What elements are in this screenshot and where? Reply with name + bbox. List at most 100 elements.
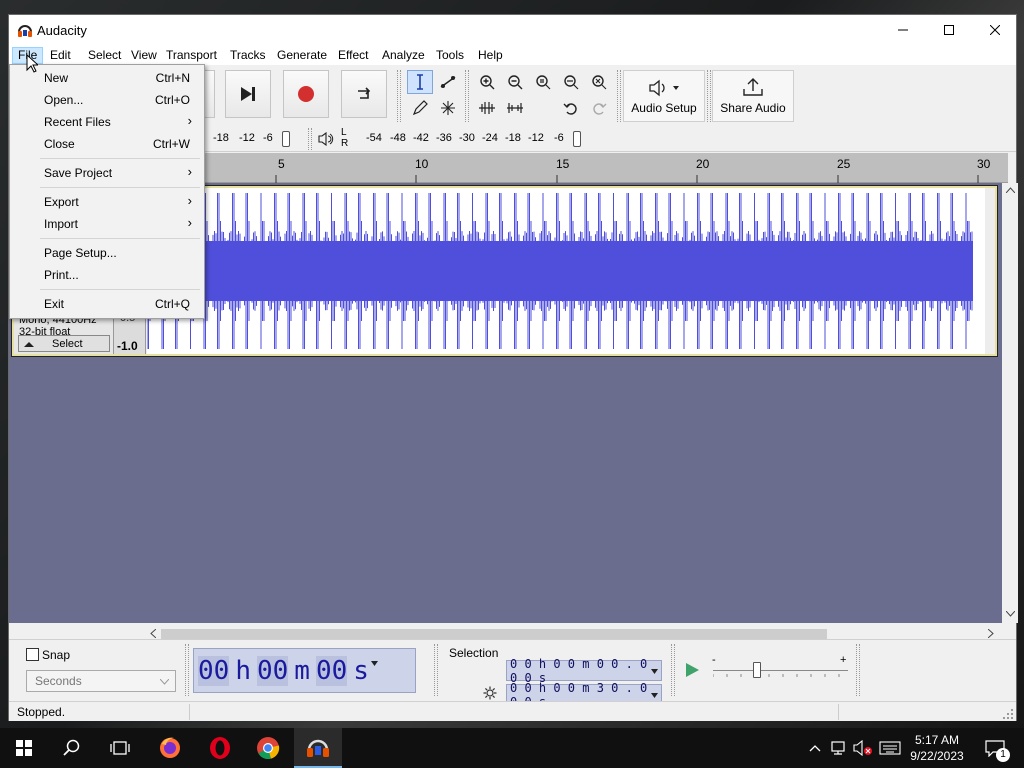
time-format-dropdown-icon[interactable] — [370, 661, 378, 666]
maximize-icon — [944, 25, 954, 35]
title-bar: Audacity — [9, 15, 1016, 45]
menu-tracks[interactable]: Tracks — [224, 47, 272, 64]
zoom-in-button[interactable] — [474, 70, 500, 94]
share-audio-button[interactable]: Share Audio — [712, 70, 794, 122]
menu-transport[interactable]: Transport — [160, 47, 223, 64]
time-hours: 00 — [198, 655, 230, 686]
menu-edit[interactable]: Edit — [44, 47, 77, 64]
undo-button[interactable] — [558, 96, 584, 120]
play-at-speed-icon[interactable] — [684, 662, 700, 678]
speed-slider-track[interactable] — [713, 670, 848, 671]
dropdown-arrow-icon[interactable] — [651, 693, 658, 698]
menu-view[interactable]: View — [125, 47, 163, 64]
clock-date: 9/22/2023 — [910, 749, 964, 763]
firefox-taskbar-button[interactable] — [146, 728, 194, 768]
meter-slider-handle[interactable] — [282, 131, 290, 147]
scroll-thumb[interactable] — [161, 629, 827, 639]
zoom-in-icon — [480, 75, 495, 90]
selection-start-time[interactable]: 0 0 h 0 0 m 0 0 . 0 0 0 s — [506, 657, 662, 685]
scroll-left-icon[interactable] — [150, 629, 156, 638]
multi-tool-button[interactable] — [435, 96, 461, 120]
show-hidden-icons-button[interactable] — [806, 728, 824, 768]
loop-icon — [358, 87, 371, 99]
silence-audio-button[interactable] — [502, 96, 528, 120]
menu-select[interactable]: Select — [82, 47, 127, 64]
time-display[interactable]: 00 h 00 m 00 s — [193, 648, 416, 693]
file-menu-page-setup[interactable]: Page Setup... — [12, 243, 202, 263]
file-menu-print[interactable]: Print... — [12, 265, 202, 285]
snap-checkbox[interactable] — [26, 648, 39, 661]
file-menu-open[interactable]: Open... Ctrl+O — [12, 90, 202, 110]
maximize-button[interactable] — [926, 15, 972, 45]
record-meter[interactable]: -18 -12 -6 — [205, 128, 305, 150]
selection-tool-button[interactable] — [407, 70, 433, 94]
minimize-button[interactable] — [880, 15, 926, 45]
network-tray-button[interactable] — [828, 728, 850, 768]
file-menu-recent-files[interactable]: Recent Files › — [12, 112, 202, 132]
menu-generate[interactable]: Generate — [271, 47, 333, 64]
waveform[interactable] — [147, 188, 985, 354]
trim-audio-button[interactable] — [474, 96, 500, 120]
track-select-button[interactable]: Select — [18, 335, 110, 352]
file-menu-exit[interactable]: Exit Ctrl+Q — [12, 294, 202, 314]
loop-button[interactable] — [341, 70, 387, 118]
opera-taskbar-button[interactable] — [196, 728, 244, 768]
speaker-dropdown-icon — [649, 79, 679, 97]
zoom-out-button[interactable] — [502, 70, 528, 94]
meter-tick: -42 — [413, 132, 429, 144]
toolbar-grip[interactable] — [465, 70, 469, 122]
file-menu-close[interactable]: Close Ctrl+W — [12, 134, 202, 154]
vertical-scrollbar[interactable] — [1003, 183, 1018, 623]
snap-unit-select[interactable]: Seconds — [26, 670, 176, 692]
toolbar-grip[interactable] — [397, 70, 401, 122]
audacity-taskbar-button[interactable] — [294, 728, 342, 768]
toolbar-grip[interactable] — [671, 644, 675, 696]
redo-icon — [593, 103, 607, 115]
redo-button[interactable] — [586, 96, 612, 120]
toolbar-grip[interactable] — [617, 70, 621, 122]
search-button[interactable] — [48, 728, 96, 768]
fit-selection-button[interactable] — [530, 70, 556, 94]
horizontal-scrollbar[interactable] — [149, 626, 1003, 640]
skip-to-end-button[interactable] — [225, 70, 271, 118]
file-menu-save-project[interactable]: Save Project › — [12, 163, 202, 183]
resize-grip-icon[interactable] — [1002, 708, 1014, 720]
gear-icon[interactable] — [483, 686, 497, 700]
task-view-button[interactable] — [96, 728, 144, 768]
audio-setup-button[interactable]: Audio Setup — [623, 70, 705, 122]
meter-slider-handle[interactable] — [573, 131, 581, 147]
scroll-up-icon[interactable] — [1006, 187, 1015, 193]
scroll-down-icon[interactable] — [1006, 611, 1015, 617]
toolbar-grip[interactable] — [434, 644, 438, 696]
start-button[interactable] — [0, 728, 48, 768]
toolbar-grip[interactable] — [308, 128, 312, 150]
file-menu-export[interactable]: Export › — [12, 192, 202, 212]
envelope-tool-button[interactable] — [435, 70, 461, 94]
draw-tool-button[interactable] — [407, 96, 433, 120]
speed-slider-handle[interactable] — [753, 662, 761, 678]
menu-tools[interactable]: Tools — [430, 47, 470, 64]
toolbar-grip[interactable] — [856, 644, 860, 696]
toolbar-grip[interactable] — [185, 644, 189, 696]
window-title: Audacity — [37, 23, 87, 38]
action-center-button[interactable]: 1 — [980, 728, 1010, 768]
menu-analyze[interactable]: Analyze — [376, 47, 431, 64]
menu-help[interactable]: Help — [472, 47, 509, 64]
chrome-taskbar-button[interactable] — [244, 728, 292, 768]
file-menu-import[interactable]: Import › — [12, 214, 202, 234]
menu-item-label: Save Project — [44, 166, 113, 180]
keyboard-tray-button[interactable] — [876, 728, 904, 768]
close-window-button[interactable] — [972, 15, 1018, 45]
toolbar-grip[interactable] — [707, 70, 711, 122]
fit-project-button[interactable] — [558, 70, 584, 94]
file-menu-new[interactable]: New Ctrl+N — [12, 68, 202, 88]
scroll-right-icon[interactable] — [988, 629, 994, 638]
record-button[interactable] — [283, 70, 329, 118]
zoom-toggle-button[interactable] — [586, 70, 612, 94]
volume-tray-button[interactable] — [852, 728, 874, 768]
menu-separator — [40, 187, 200, 188]
playback-meter[interactable]: -54 -48 -42 -36 -30 -24 -18 -12 -6 — [361, 128, 596, 150]
dropdown-arrow-icon[interactable] — [651, 669, 658, 674]
menu-effect[interactable]: Effect — [332, 47, 374, 64]
system-clock[interactable]: 5:17 AM 9/22/2023 — [902, 732, 972, 764]
